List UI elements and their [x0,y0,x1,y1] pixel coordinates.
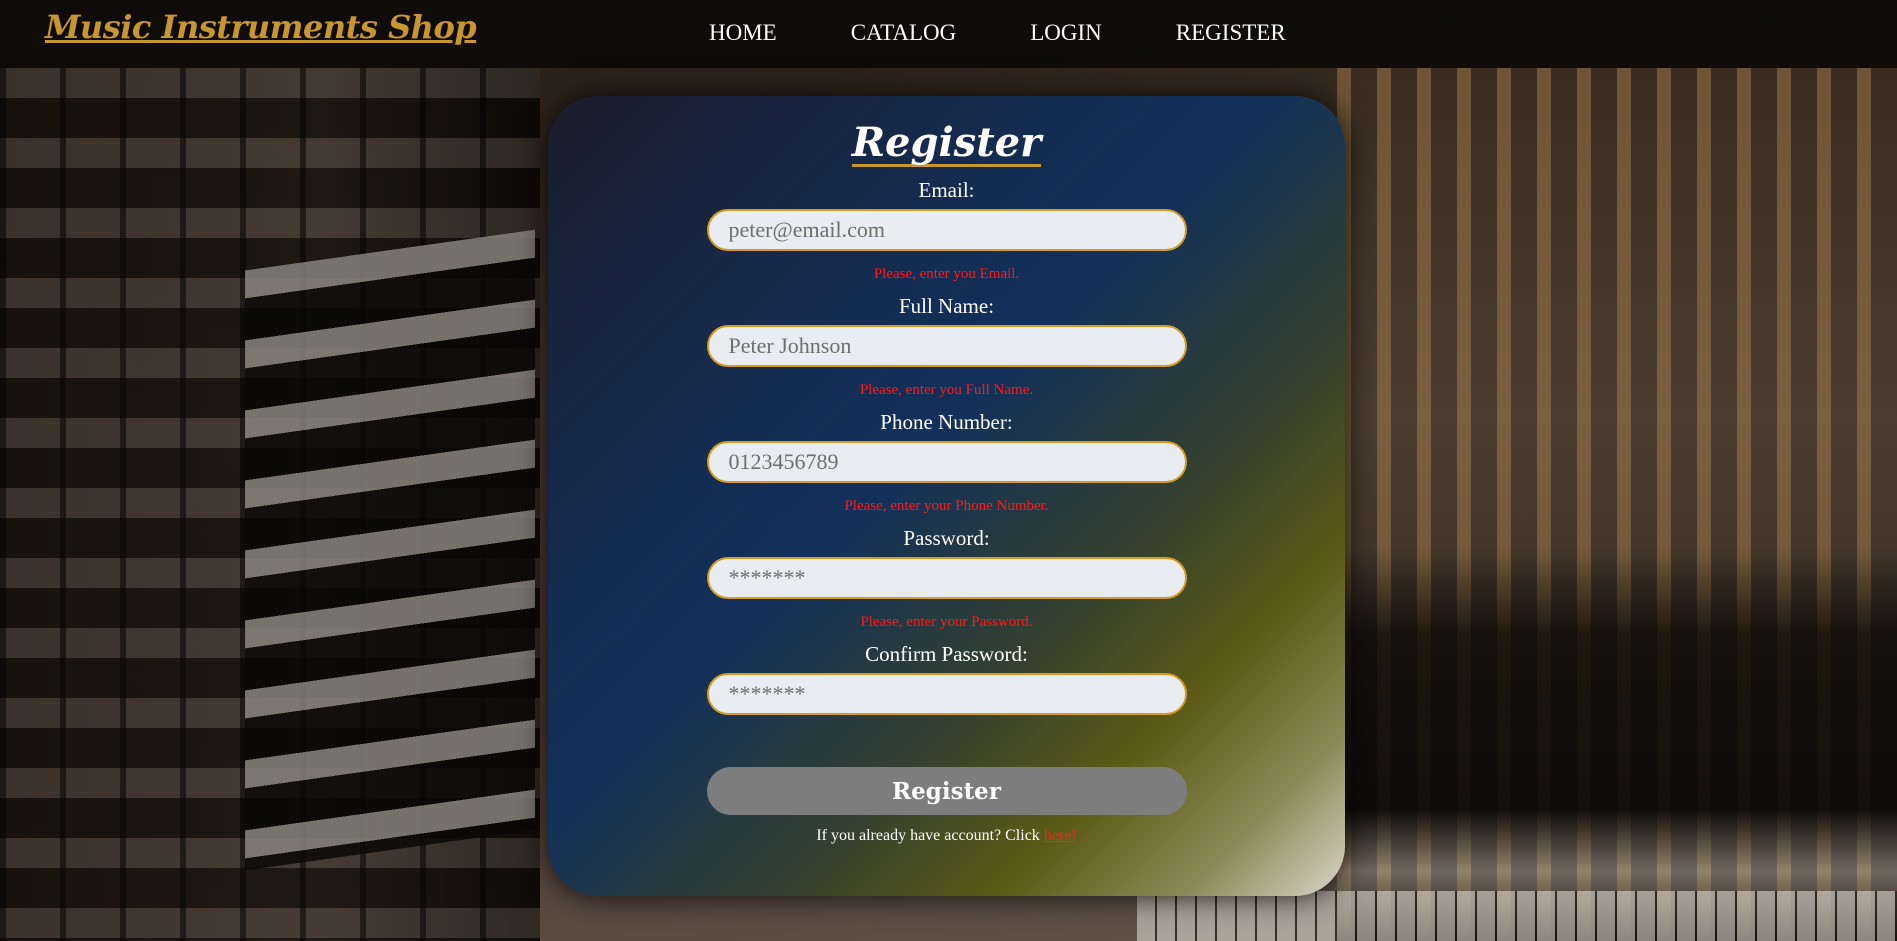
phone-error: Please, enter your Phone Number. [844,498,1049,514]
nav-home-link[interactable]: HOME [709,20,777,46]
background-guitars-pianos [1337,68,1897,941]
login-here-link[interactable]: here! [1044,827,1077,844]
confirm-password-label: Confirm Password: [865,642,1028,666]
login-hint: If you already have account? Click here! [816,827,1076,845]
background-piano-keys [1137,891,1897,941]
password-label: Password: [903,526,990,550]
email-error: Please, enter you Email. [873,266,1020,282]
full-name-label: Full Name: [898,294,995,318]
register-submit-button[interactable]: Register [706,767,1187,815]
main-nav: HOME CATALOG LOGIN REGISTER [709,20,1360,46]
register-form: Register Email: Please, enter you Email.… [548,96,1345,845]
register-card: Register Email: Please, enter you Email.… [548,96,1345,896]
top-navbar: Music Instruments Shop HOME CATALOG LOGI… [0,0,1897,68]
nav-catalog-link[interactable]: CATALOG [851,20,957,46]
phone-input[interactable] [706,441,1187,483]
password-error: Please, enter your Password. [860,614,1033,630]
password-input[interactable] [706,557,1187,599]
email-input[interactable] [706,209,1187,251]
background-rack [245,229,535,871]
site-logo[interactable]: Music Instruments Shop [45,8,477,46]
nav-login-link[interactable]: LOGIN [1030,20,1102,46]
email-label: Email: [918,178,975,202]
form-title: Register [851,119,1042,167]
full-name-error: Please, enter you Full Name. [859,382,1034,398]
full-name-input[interactable] [706,325,1187,367]
nav-register-link[interactable]: REGISTER [1176,20,1286,46]
phone-label: Phone Number: [880,410,1013,434]
confirm-password-input[interactable] [706,673,1187,715]
login-hint-text: If you already have account? Click [816,827,1044,844]
